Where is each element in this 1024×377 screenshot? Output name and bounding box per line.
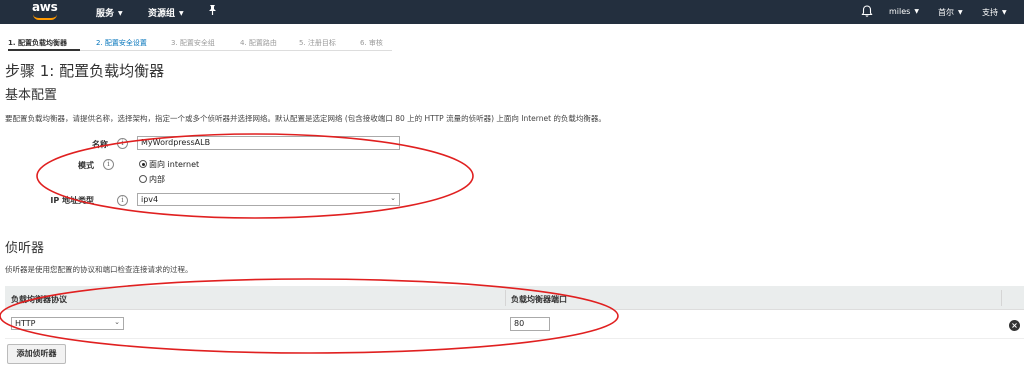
info-icon[interactable]: i [103,159,114,170]
ip-type-select[interactable]: ipv4 ⌄ [137,193,400,206]
aws-logo[interactable]: aws [32,0,60,22]
listeners-table-header: 负载均衡器协议 负载均衡器端口 [5,286,1024,310]
remove-circle-icon[interactable]: × [1009,320,1020,331]
chevron-down-icon: ▼ [1002,9,1007,16]
scheme-internet-label: 面向 internet [149,160,200,169]
column-divider [1001,290,1002,306]
support-label: 支持 [982,8,998,17]
ip-type-value: ipv4 [141,195,159,204]
step-5: 5. 注册目标 [299,39,336,47]
chevron-down-icon: ⌄ [114,318,120,326]
top-nav: aws 服务 ▼ 资源组 ▼ miles ▼ 首尔 ▼ 支持 ▼ [0,0,1024,24]
ip-type-label: IP 地址类型 [50,196,94,205]
chevron-down-icon: ▼ [118,10,123,17]
basic-config-description: 要配置负载均衡器，请提供名称，选择架构，指定一个或多个侦听器并选择网络。默认配置… [5,114,606,123]
resource-groups-label: 资源组 [148,9,176,19]
chevron-down-icon: ▼ [179,10,184,17]
support-menu[interactable]: 支持 ▼ [982,7,1007,18]
region-label: 首尔 [938,8,954,17]
step-3: 3. 配置安全组 [171,39,215,47]
step-2[interactable]: 2. 配置安全设置 [96,38,147,48]
port-input[interactable]: 80 [510,317,550,331]
name-input[interactable]: MyWordpressALB [137,136,400,150]
add-listener-button[interactable]: 添加侦听器 [7,344,66,364]
pin-icon[interactable] [207,4,218,19]
services-label: 服务 [96,9,115,19]
name-label: 名称 [92,140,108,149]
scheme-label: 模式 [78,161,94,170]
chevron-down-icon: ⌄ [390,194,396,202]
protocol-value: HTTP [15,319,36,328]
user-label: miles [889,7,911,16]
aws-logo-smile [33,14,57,20]
active-step-indicator [8,49,80,51]
scheme-internet-radio[interactable]: 面向 internet [139,159,199,170]
page-title: 步骤 1: 配置负载均衡器 [5,62,165,80]
scheme-internal-radio[interactable]: 内部 [139,174,165,185]
bell-icon[interactable] [860,4,874,18]
services-menu[interactable]: 服务 ▼ [96,6,123,19]
col-port-header: 负载均衡器端口 [511,295,567,304]
region-menu[interactable]: 首尔 ▼ [938,7,963,18]
resource-groups-menu[interactable]: 资源组 ▼ [148,6,184,19]
step-4: 4. 配置路由 [240,39,277,47]
info-icon[interactable]: i [117,138,128,149]
listeners-heading: 侦听器 [5,241,45,256]
step-6: 6. 审核 [360,39,383,47]
radio-unchecked-icon [139,175,147,183]
basic-config-heading: 基本配置 [5,88,58,103]
chevron-down-icon: ▼ [958,9,963,16]
column-divider [505,290,506,306]
aws-logo-text: aws [32,0,58,14]
chevron-down-icon: ▼ [914,8,919,15]
info-icon[interactable]: i [117,195,128,206]
radio-checked-icon [139,160,147,168]
step-1[interactable]: 1. 配置负载均衡器 [8,38,67,48]
listeners-description: 侦听器是使用您配置的协议和端口检查连接请求的过程。 [5,265,193,274]
user-menu[interactable]: miles ▼ [889,7,919,16]
col-protocol-header: 负载均衡器协议 [11,295,67,304]
protocol-select[interactable]: HTTP ⌄ [11,317,124,330]
scheme-internal-label: 内部 [149,175,165,184]
